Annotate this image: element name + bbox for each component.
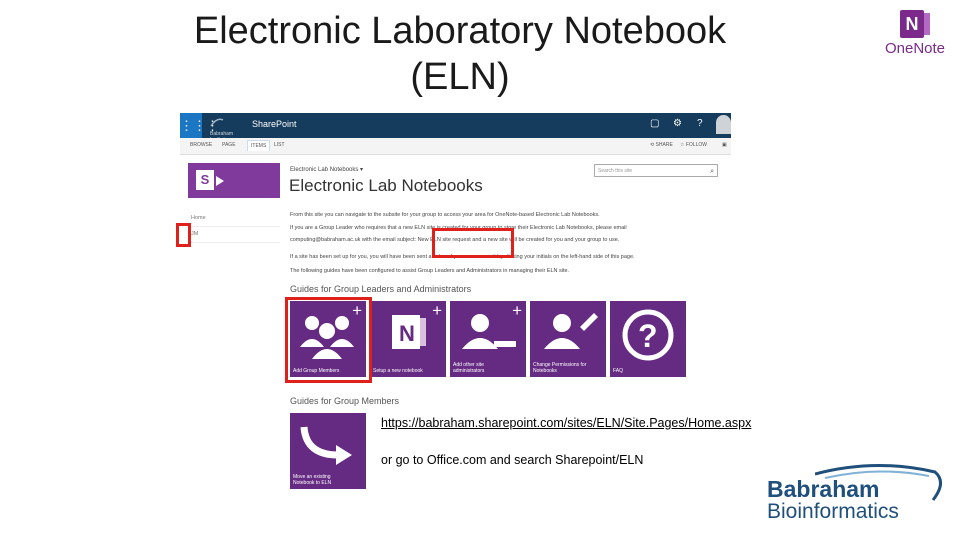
site-logo[interactable]: S xyxy=(188,163,280,198)
institute-swoosh-icon xyxy=(210,118,224,127)
onenote-icon: N xyxy=(900,10,930,38)
body-line: From this site you can navigate to the s… xyxy=(290,212,600,218)
suite-bar: ⋮⋮⋮ Babraham Institute SharePoint ▢ ⚙ ? xyxy=(180,113,731,143)
highlight-box-email-subject xyxy=(432,228,514,258)
help-icon[interactable]: ? xyxy=(697,118,703,129)
svg-text:?: ? xyxy=(638,318,658,354)
highlight-box-add-members xyxy=(285,297,372,383)
sharepoint-label[interactable]: SharePoint xyxy=(252,119,297,129)
babraham-logo: Babraham Bioinformatics xyxy=(765,462,955,532)
section-heading-members: Guides for Group Members xyxy=(290,396,400,406)
gear-icon[interactable]: ⚙ xyxy=(673,118,682,129)
tile-change-permissions[interactable]: Change Permissions for Notebooks xyxy=(530,301,606,377)
babraham-line2: Bioinformatics xyxy=(767,500,899,523)
onenote-logo: N OneNote xyxy=(880,10,950,60)
app-launcher-icon[interactable]: ⋮⋮⋮ xyxy=(180,113,219,138)
question-icon: ? xyxy=(622,309,674,361)
breadcrumb[interactable]: Electronic Lab Notebooks ▾ xyxy=(290,166,363,173)
babraham-line1: Babraham xyxy=(767,476,880,502)
section-heading-leaders: Guides for Group Leaders and Administrat… xyxy=(290,284,472,294)
svg-text:N: N xyxy=(399,321,415,346)
tile-add-site-administrators[interactable]: + Add other site administrators xyxy=(450,301,526,377)
eln-site-link[interactable]: https://babraham.sharepoint.com/sites/EL… xyxy=(379,414,754,432)
tile-move-notebook[interactable]: Move an existing Notebook to ELN xyxy=(290,413,366,489)
nav-item-jm[interactable]: JM xyxy=(188,227,280,243)
arrow-icon xyxy=(300,426,352,465)
person-add-icon xyxy=(462,314,516,349)
page-title: Electronic Lab Notebooks xyxy=(289,176,483,195)
tile-caption: Change Permissions for Notebooks xyxy=(533,362,587,374)
office-search-text: or go to Office.com and search Sharepoin… xyxy=(379,451,646,469)
share-button[interactable]: ⟲ SHARE xyxy=(650,142,673,148)
sharepoint-screenshot: ⋮⋮⋮ Babraham Institute SharePoint ▢ ⚙ ? … xyxy=(180,113,731,500)
slide-title: Electronic Laboratory Notebook (ELN) xyxy=(170,8,750,100)
slide-title-line2: (ELN) xyxy=(410,56,510,98)
institute-logo: Babraham Institute xyxy=(210,117,240,143)
onenote-label: OneNote xyxy=(884,40,946,57)
onenote-icon: N xyxy=(392,315,426,349)
follow-label: FOLLOW xyxy=(685,142,707,148)
tile-caption: Move an existing Notebook to ELN xyxy=(293,474,332,486)
tile-caption: Setup a new notebook xyxy=(373,368,423,374)
tile-caption: FAQ xyxy=(613,368,624,374)
body-line: The following guides have been configure… xyxy=(290,268,570,274)
search-input[interactable]: Search this site ⌕ xyxy=(594,164,718,177)
search-placeholder: Search this site xyxy=(598,168,633,174)
search-icon[interactable]: ⌕ xyxy=(710,165,714,178)
tab-list[interactable]: LIST xyxy=(274,142,285,148)
follow-button[interactable]: ☆ FOLLOW xyxy=(680,142,707,148)
tab-page[interactable]: PAGE xyxy=(222,142,236,148)
breadcrumb-label: Electronic Lab Notebooks xyxy=(290,167,359,173)
avatar[interactable] xyxy=(716,115,731,134)
tile-caption: Add other site administrators xyxy=(453,362,485,374)
tab-items[interactable]: ITEMS xyxy=(247,140,271,151)
left-nav: Home JM xyxy=(188,211,280,243)
nav-item-home[interactable]: Home xyxy=(188,211,280,227)
highlight-box-nav xyxy=(176,223,191,247)
ribbon: BROWSE PAGE ITEMS LIST ⟲ SHARE ☆ FOLLOW … xyxy=(180,138,731,155)
tab-browse[interactable]: BROWSE xyxy=(190,142,212,148)
chat-icon[interactable]: ▢ xyxy=(650,118,659,129)
focus-icon[interactable]: ▣ xyxy=(722,142,727,148)
chevron-down-icon: ▾ xyxy=(360,167,364,173)
share-label: SHARE xyxy=(655,142,673,148)
sharepoint-s-icon: S xyxy=(196,170,214,190)
chevron-right-icon xyxy=(216,176,224,186)
person-edit-icon xyxy=(544,313,598,349)
tile-faq[interactable]: ? FAQ xyxy=(610,301,686,377)
slide-title-line1: Electronic Laboratory Notebook xyxy=(193,10,727,52)
tile-setup-notebook[interactable]: + N Setup a new notebook xyxy=(370,301,446,377)
